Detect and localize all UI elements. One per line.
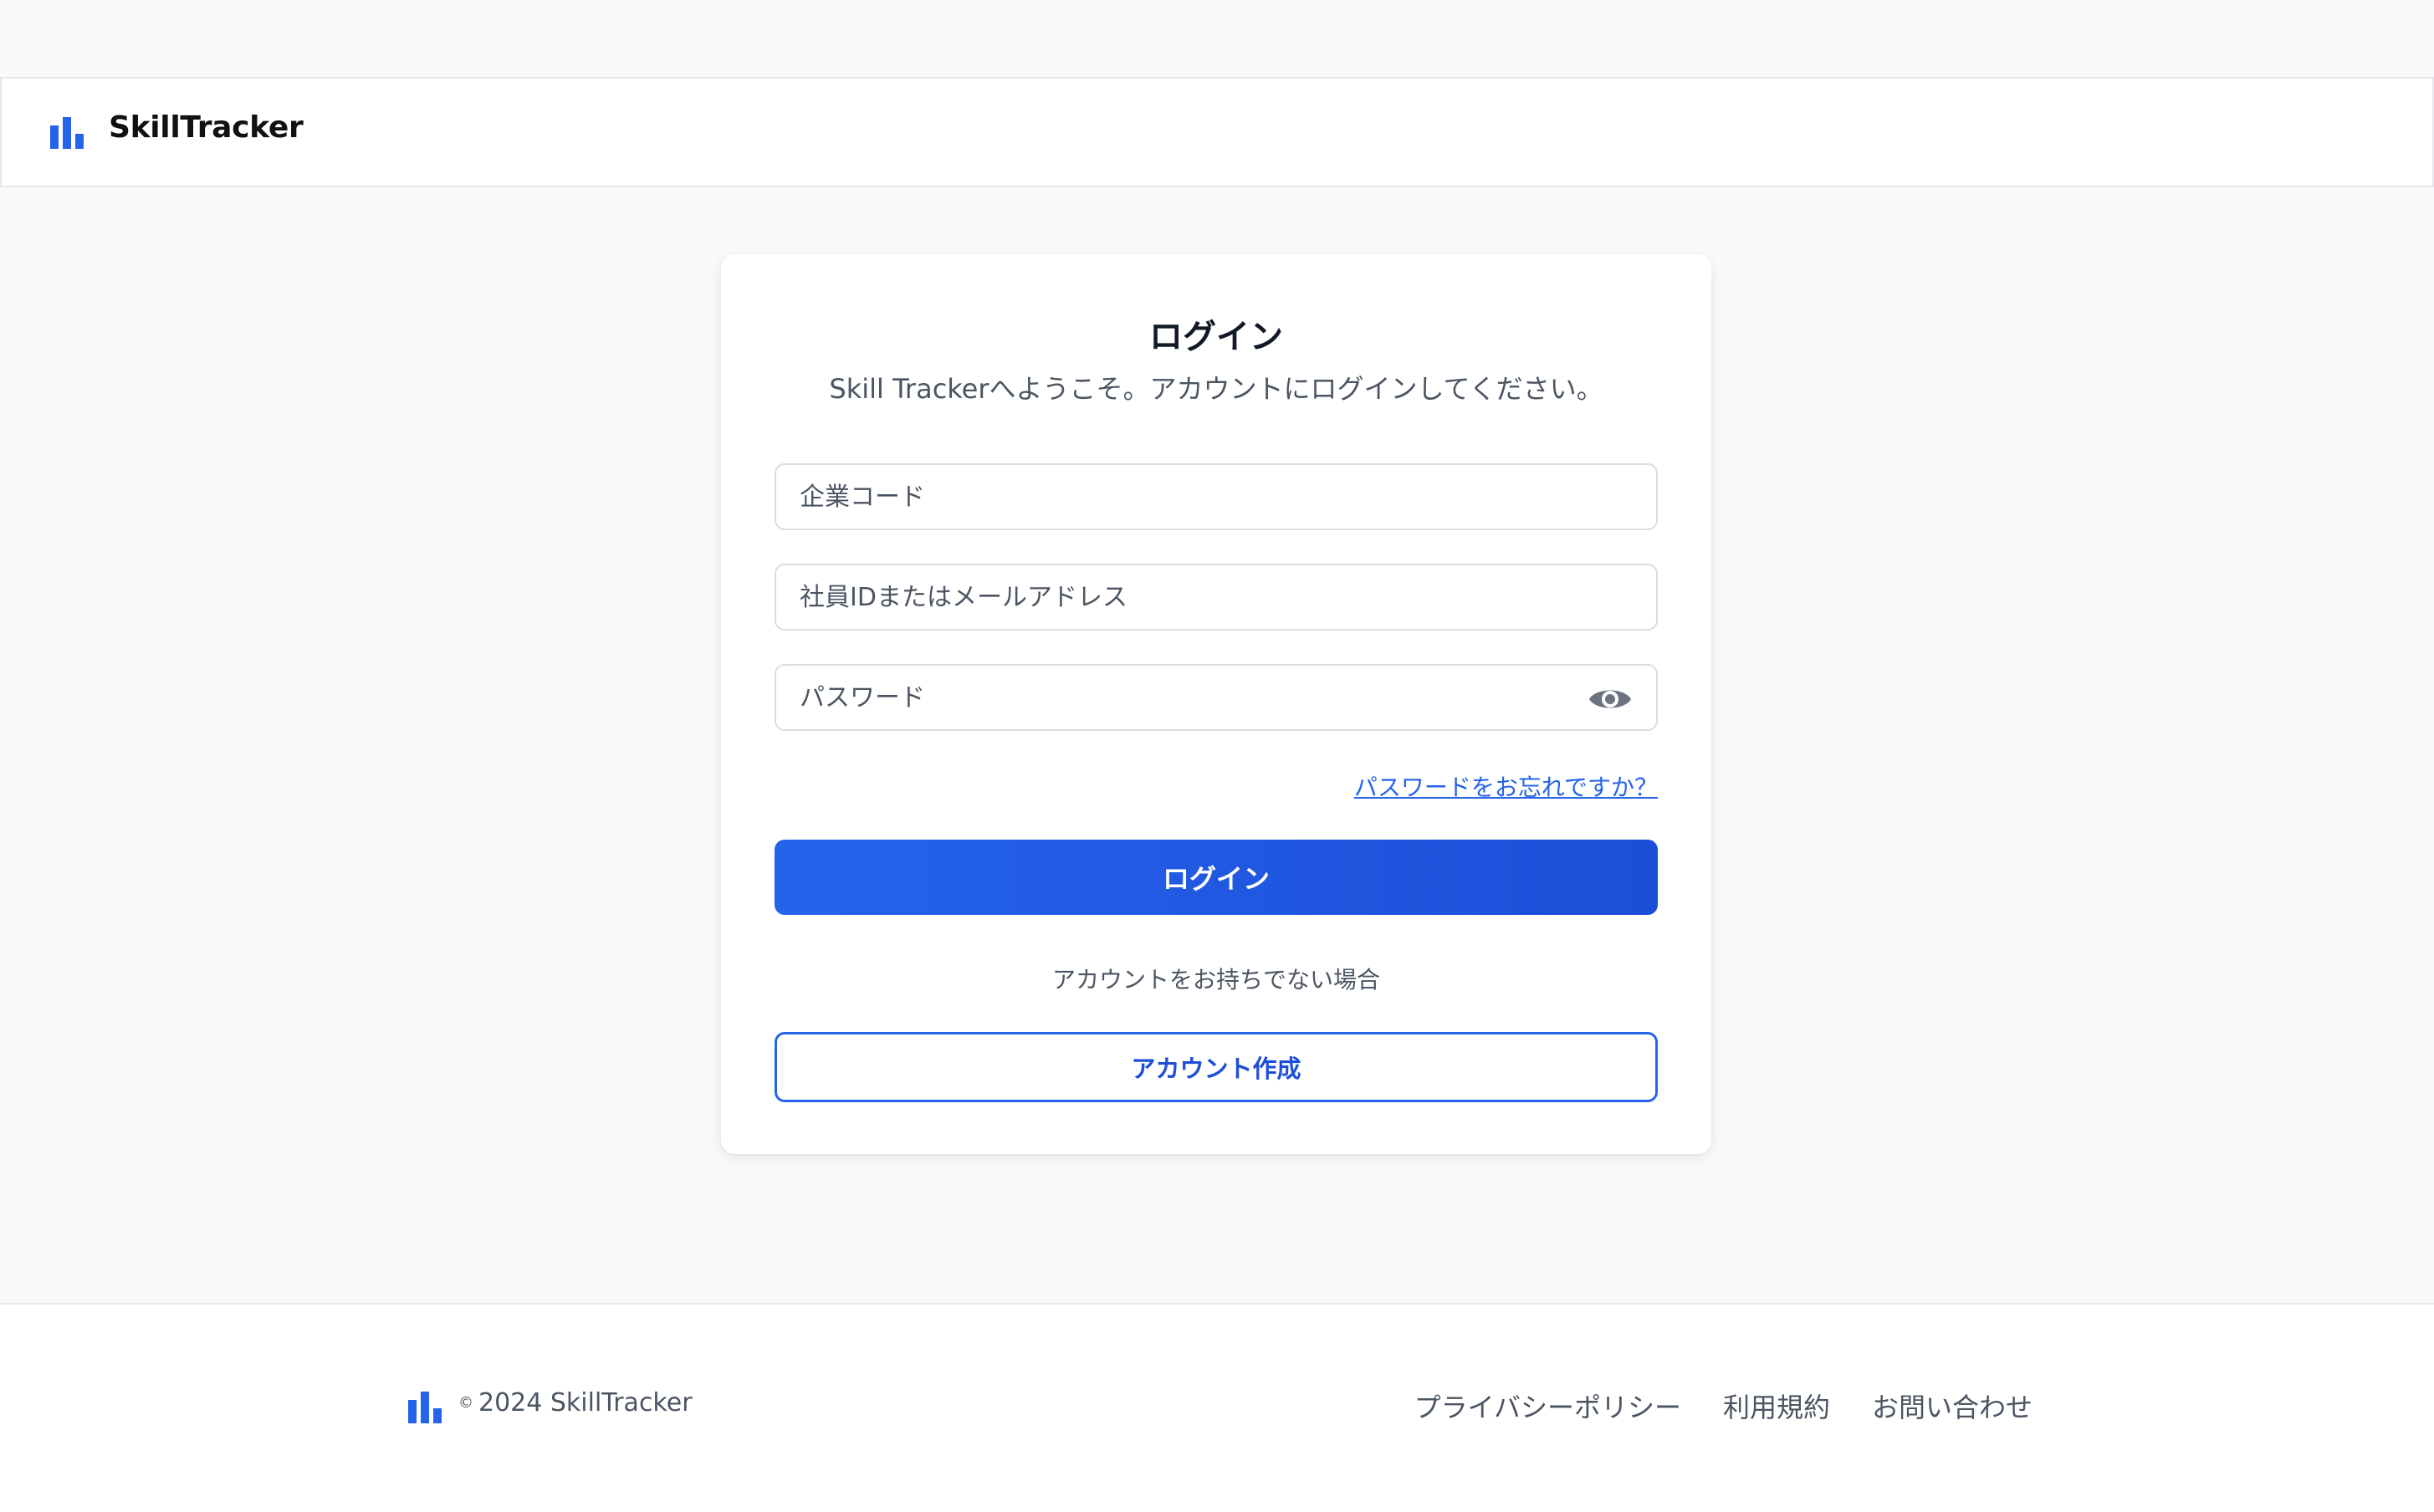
bar-chart-icon — [408, 1392, 442, 1423]
login-subtitle: Skill Trackerへようこそ。アカウントにログインしてください。 — [829, 373, 1603, 405]
brand-name[interactable]: SkillTracker — [109, 110, 304, 145]
copyright: © 2024 SkillTracker — [458, 1388, 693, 1418]
copyright-symbol: © — [458, 1394, 473, 1412]
app-footer: © 2024 SkillTracker プライバシーポリシー 利用規約 お問い合わ… — [0, 1303, 2434, 1512]
privacy-policy-link[interactable]: プライバシーポリシー — [1414, 1387, 1681, 1425]
login-title: ログイン — [1149, 318, 1283, 356]
footer-links: プライバシーポリシー 利用規約 お問い合わせ — [1414, 1387, 2033, 1425]
copyright-text: 2024 SkillTracker — [478, 1388, 693, 1418]
user-id-input[interactable] — [776, 565, 1656, 629]
bar-chart-icon — [50, 117, 84, 149]
no-account-text: アカウントをお持ちでない場合 — [1051, 966, 1380, 994]
login-button[interactable]: ログイン — [775, 840, 1658, 915]
user-id-field — [775, 564, 1658, 631]
app-header: SkillTracker — [0, 77, 2434, 187]
forgot-password-link[interactable]: パスワードをお忘れですか？ — [1354, 769, 1658, 803]
eye-icon[interactable] — [1588, 682, 1633, 716]
company-code-input[interactable] — [776, 465, 1656, 529]
contact-link[interactable]: お問い合わせ — [1872, 1387, 2033, 1425]
login-card: ログイン Skill Trackerへようこそ。アカウントにログインしてください… — [721, 254, 1711, 1154]
password-input[interactable] — [776, 666, 1656, 729]
password-field — [775, 664, 1658, 731]
terms-link[interactable]: 利用規約 — [1723, 1387, 1830, 1425]
create-account-button[interactable]: アカウント作成 — [775, 1032, 1658, 1102]
company-code-field — [775, 463, 1658, 530]
